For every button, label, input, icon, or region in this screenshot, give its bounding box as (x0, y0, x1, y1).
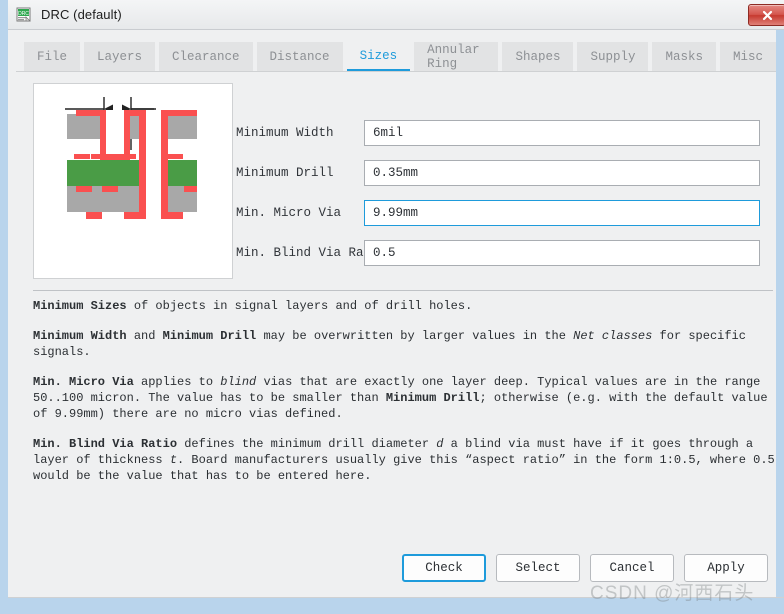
tab-file[interactable]: File (24, 42, 81, 72)
tab-label: Shapes (515, 50, 561, 64)
min-micro-via-input[interactable] (364, 200, 760, 226)
desc-p1-bold: Minimum Sizes (33, 299, 127, 313)
desc-p3-rest1: applies to (133, 375, 221, 389)
description-paragraph-4: Min. Blind Via Ratio defines the minimum… (33, 436, 776, 484)
desc-p2-italic: Net classes (573, 329, 653, 343)
check-button-label: Check (425, 561, 463, 575)
desc-p4-italic2: t (169, 453, 178, 467)
description-paragraph-2: Minimum Width and Minimum Drill may be o… (33, 328, 776, 360)
field-row-minimum-width: Minimum Width (236, 118, 776, 148)
window-title: DRC (default) (41, 7, 122, 22)
desc-p2-bold2: Minimum Drill (162, 329, 257, 343)
desc-p3-bold1: Min. Micro Via (33, 375, 134, 389)
dialog-button-bar: Check Select Cancel Apply (8, 552, 784, 584)
tab-annular-ring[interactable]: Annular Ring (414, 42, 499, 72)
minimum-width-input[interactable] (364, 120, 760, 146)
sizes-panel: Minimum Width Minimum Drill Min. Micro V… (24, 78, 776, 548)
pcb-cross-section-diagram (33, 83, 233, 279)
description-paragraph-3: Min. Micro Via applies to blind vias tha… (33, 374, 776, 422)
tab-distance[interactable]: Distance (256, 42, 343, 72)
window-bottom-border (8, 598, 784, 606)
select-button[interactable]: Select (496, 554, 580, 582)
description-divider (33, 290, 773, 291)
select-button-label: Select (515, 561, 561, 575)
field-row-min-blind-via-ratio: Min. Blind Via Ratio (236, 238, 776, 268)
cancel-button-label: Cancel (609, 561, 655, 575)
desc-p4-rest1: defines the minimum drill diameter (177, 437, 437, 451)
minimum-drill-input[interactable] (364, 160, 760, 186)
field-row-min-micro-via: Min. Micro Via (236, 198, 776, 228)
min-blind-via-ratio-input[interactable] (364, 240, 760, 266)
field-row-minimum-drill: Minimum Drill (236, 158, 776, 188)
tab-label: Clearance (172, 50, 240, 64)
desc-p2-mid: and (126, 329, 163, 343)
desc-p3-italic: blind (220, 375, 257, 389)
tab-label: Sizes (359, 48, 398, 63)
min-micro-via-label: Min. Micro Via (236, 206, 342, 220)
description-text: Minimum Sizes of objects in signal layer… (33, 298, 776, 498)
apply-button-label: Apply (707, 561, 745, 575)
tab-clearance[interactable]: Clearance (159, 42, 253, 72)
sizes-form: Minimum Width Minimum Drill Min. Micro V… (236, 118, 776, 278)
desc-p1-rest: of objects in signal layers and of drill… (126, 299, 473, 313)
tab-strip: File Layers Clearance Distance Sizes Ann… (24, 40, 776, 72)
tab-sizes[interactable]: Sizes (346, 42, 411, 72)
tab-misc[interactable]: Misc (719, 42, 776, 72)
tab-label: Layers (97, 50, 143, 64)
tab-shapes[interactable]: Shapes (502, 42, 574, 72)
tab-strip-divider (16, 71, 776, 72)
close-icon (762, 10, 772, 20)
drc-document-icon: DRC (15, 6, 33, 24)
tab-masks[interactable]: Masks (652, 42, 716, 72)
min-blind-via-ratio-label: Min. Blind Via Ratio (236, 246, 387, 260)
description-paragraph-1: Minimum Sizes of objects in signal layer… (33, 298, 776, 314)
minimum-drill-label: Minimum Drill (236, 166, 334, 180)
drc-dialog-window: DRC DRC (default) File Layers Clearance … (0, 0, 784, 614)
desc-p3-bold2: Minimum Drill (385, 391, 480, 405)
tab-label: Misc (732, 50, 763, 64)
tab-layers[interactable]: Layers (84, 42, 156, 72)
tab-label: Annular Ring (427, 43, 480, 71)
cancel-button[interactable]: Cancel (590, 554, 674, 582)
check-button[interactable]: Check (402, 554, 486, 582)
minimum-width-label: Minimum Width (236, 126, 334, 140)
desc-p4-bold1: Min. Blind Via Ratio (33, 437, 178, 451)
title-bar: DRC DRC (default) (8, 0, 784, 30)
tab-label: Distance (269, 50, 330, 64)
tab-label: Masks (665, 50, 703, 64)
apply-button[interactable]: Apply (684, 554, 768, 582)
desc-p2-rest1: may be overwritten by larger values in t… (256, 329, 574, 343)
desc-p2-bold1: Minimum Width (33, 329, 127, 343)
tab-label: Supply (590, 50, 636, 64)
close-button[interactable] (748, 4, 784, 26)
tab-supply[interactable]: Supply (577, 42, 649, 72)
tab-label: File (37, 50, 68, 64)
svg-text:DRC: DRC (18, 11, 29, 17)
